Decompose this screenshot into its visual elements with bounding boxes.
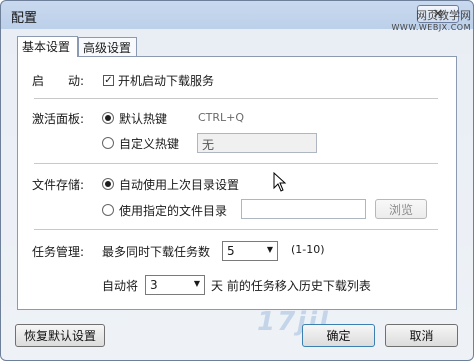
cancel-button[interactable]: 取消 [385,324,458,347]
auto-days-value: 3 [150,278,158,292]
specified-directory-radio[interactable] [102,204,114,216]
auto-move-prefix: 自动将 [102,279,139,293]
browse-button[interactable]: 浏览 [375,199,427,219]
max-tasks-range: (1-10) [291,243,325,256]
config-dialog: 配置 ✕ 网页教学网 WWW.WEBJX.COM 基本设置 高级设置 启 动: … [0,0,474,361]
tab-advanced-settings[interactable]: 高级设置 [78,37,137,56]
divider [34,229,438,230]
watermark-url: WWW.WEBJX.COM [391,23,471,32]
default-hotkey-radio[interactable] [102,112,114,124]
divider [34,98,438,99]
last-directory-radio[interactable] [102,178,114,190]
max-tasks-label: 最多同时下载任务数 [102,245,211,259]
task-management-label: 任务管理: [32,245,85,259]
watermark-title: 网页教学网 [416,9,471,22]
tab-basic-settings[interactable]: 基本设置 [17,36,78,57]
window-title: 配置 [11,11,38,26]
file-storage-label: 文件存储: [32,178,85,192]
activate-panel-label: 激活面板: [32,112,85,126]
max-tasks-select[interactable]: 5 ▼ [222,241,278,261]
watermark-site: 网页教学网 WWW.WEBJX.COM [389,10,471,40]
custom-hotkey-field[interactable]: 无 [197,133,317,153]
custom-hotkey-option-label[interactable]: 自定义热键 [119,135,179,152]
startup-checkbox[interactable]: ✓ [103,75,114,86]
ok-button[interactable]: 确定 [302,324,375,347]
settings-panel: 启 动: ✓ 开机启动下载服务 激活面板: 默认热键 CTRL+Q 自定义热键 … [17,56,457,310]
startup-label: 启 动: [32,74,85,88]
directory-path-input[interactable] [241,199,366,219]
divider [34,163,438,164]
default-hotkey-option-label[interactable]: 默认热键 [119,110,167,127]
custom-hotkey-radio[interactable] [102,137,114,149]
restore-defaults-button[interactable]: 恢复默认设置 [15,324,105,347]
auto-days-select[interactable]: 3 ▼ [145,275,205,295]
last-directory-option-label[interactable]: 自动使用上次目录设置 [119,176,239,193]
default-hotkey-value: CTRL+Q [198,111,245,124]
max-tasks-value: 5 [227,244,235,258]
dropdown-arrow-icon: ▼ [266,245,273,254]
mouse-cursor-icon [273,172,287,192]
auto-move-suffix: 天 前的任务移入历史下载列表 [211,279,371,293]
dropdown-arrow-icon: ▼ [193,279,200,288]
startup-checkbox-label[interactable]: 开机启动下载服务 [118,72,214,89]
checkmark-icon: ✓ [104,75,113,86]
specified-directory-option-label[interactable]: 使用指定的文件目录 [119,202,227,219]
